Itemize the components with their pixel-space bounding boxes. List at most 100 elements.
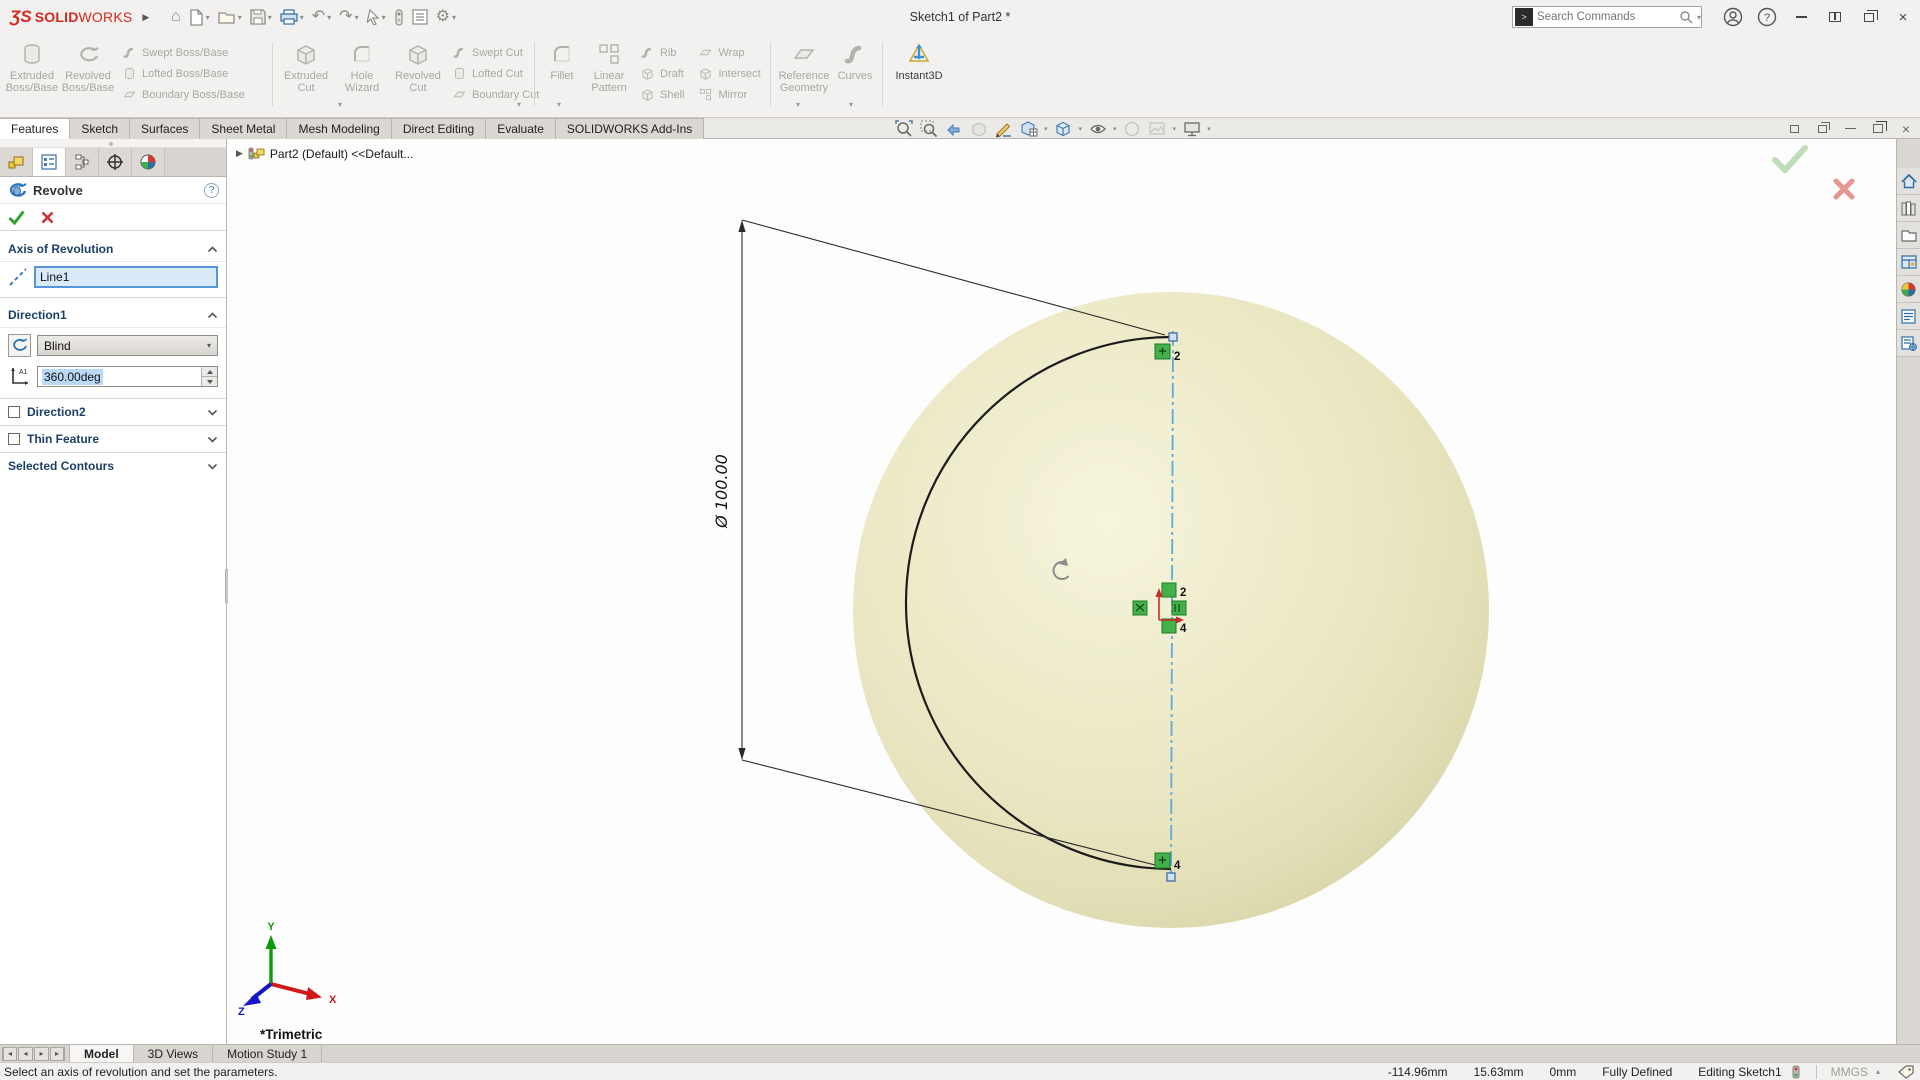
save-button[interactable]: ▾ <box>247 4 275 30</box>
rebuild-button[interactable] <box>391 4 407 30</box>
edit-appearance-button[interactable] <box>1019 119 1038 138</box>
search-input[interactable] <box>1537 11 1679 23</box>
appearances-button[interactable] <box>1123 119 1142 138</box>
hide-show-items-button[interactable] <box>1088 119 1107 138</box>
flyout-dropdown-icon[interactable]: ▾ <box>517 100 521 109</box>
first-tab-button[interactable]: ◂ <box>2 1046 17 1061</box>
view-orientation-button[interactable] <box>1054 119 1073 138</box>
zoom-to-area-button[interactable] <box>919 119 938 138</box>
doc-close-button[interactable]: × <box>1898 121 1914 137</box>
dropdown-icon[interactable]: ▾ <box>1173 125 1177 133</box>
task-pane-solidworks-resources[interactable] <box>1897 195 1920 222</box>
task-pane-home[interactable] <box>1897 168 1920 195</box>
breadcrumb-label[interactable]: Part2 (Default) <<Default... <box>270 147 413 161</box>
thin-feature-checkbox[interactable] <box>8 433 20 445</box>
new-document-button[interactable]: ▾ <box>186 4 213 30</box>
dropdown-icon[interactable]: ▾ <box>300 13 304 22</box>
boundary-cut-button[interactable]: Boundary Cut <box>452 84 539 105</box>
shell-button[interactable]: Shell <box>640 84 684 105</box>
swept-boss-base-button[interactable]: Swept Boss/Base <box>122 42 245 63</box>
extruded-boss-base-button[interactable]: Extruded Boss/Base <box>4 36 60 94</box>
revolved-cut-button[interactable]: Revolved Cut <box>390 36 446 94</box>
lofted-boss-base-button[interactable]: Lofted Boss/Base <box>122 63 245 84</box>
zoom-to-fit-button[interactable] <box>894 119 913 138</box>
task-pane-design-library[interactable] <box>1897 249 1920 276</box>
dropdown-icon[interactable]: ▾ <box>452 13 456 22</box>
account-button[interactable] <box>1716 2 1750 32</box>
section-view-button[interactable] <box>969 119 988 138</box>
intersect-button[interactable]: Intersect <box>698 63 761 84</box>
reverse-direction-button[interactable] <box>8 334 31 357</box>
tab-features[interactable]: Features <box>0 118 71 139</box>
options-button[interactable]: ⚙ ▾ <box>433 4 459 30</box>
dropdown-icon[interactable]: ▾ <box>238 13 242 22</box>
view-settings-button[interactable] <box>1182 119 1201 138</box>
menu-expand-icon[interactable]: ▶ <box>142 12 149 23</box>
dropdown-icon[interactable]: ▾ <box>382 13 386 22</box>
direction1-section-header[interactable]: Direction1 <box>0 303 226 328</box>
angle-spinner[interactable] <box>201 367 217 386</box>
select-button[interactable]: ▾ <box>364 4 389 30</box>
tab-motion-study-1[interactable]: Motion Study 1 <box>213 1045 323 1062</box>
flyout-dropdown-icon[interactable]: ▾ <box>557 100 561 109</box>
scene-button[interactable] <box>1148 119 1167 138</box>
ok-button[interactable] <box>8 210 25 225</box>
task-pane-file-explorer[interactable] <box>1897 222 1920 249</box>
split-pane-right-button[interactable] <box>1814 121 1830 137</box>
tab-model[interactable]: Model <box>69 1045 134 1062</box>
print-button[interactable]: ▾ <box>277 4 307 30</box>
confirm-cancel-button[interactable] <box>1832 177 1856 201</box>
undo-button[interactable]: ↶ ▾ <box>309 4 334 30</box>
reference-geometry-button[interactable]: Reference Geometry <box>776 36 832 94</box>
minimize-button[interactable] <box>1784 2 1818 32</box>
flyout-dropdown-icon[interactable]: ▾ <box>849 100 853 109</box>
tab-direct-editing[interactable]: Direct Editing <box>391 118 487 139</box>
panel-collapse-grip[interactable] <box>0 139 226 148</box>
previous-view-button[interactable] <box>944 119 963 138</box>
dropdown-icon[interactable]: ▾ <box>1207 125 1211 133</box>
extruded-cut-button[interactable]: Extruded Cut <box>278 36 334 94</box>
tab-dimxpert-manager[interactable] <box>99 148 132 176</box>
swept-cut-button[interactable]: Swept Cut <box>452 42 539 63</box>
instant3d-button[interactable]: Instant3D <box>888 36 950 82</box>
search-icon[interactable] <box>1679 10 1693 24</box>
curves-button[interactable]: Curves <box>832 36 878 82</box>
dropdown-icon[interactable]: ▾ <box>1044 125 1048 133</box>
redo-button[interactable]: ↷ ▾ <box>336 4 361 30</box>
tab-sheet-metal[interactable]: Sheet Metal <box>200 118 288 139</box>
flyout-dropdown-icon[interactable]: ▾ <box>796 100 800 109</box>
close-button[interactable]: × <box>1886 2 1920 32</box>
tab-configuration-manager[interactable] <box>66 148 99 176</box>
open-document-button[interactable]: ▾ <box>215 4 245 30</box>
wrap-button[interactable]: Wrap <box>698 42 760 63</box>
revolved-boss-base-button[interactable]: Revolved Boss/Base <box>60 36 116 94</box>
dropdown-icon[interactable]: ▾ <box>268 13 272 22</box>
rib-button[interactable]: Rib <box>640 42 684 63</box>
split-pane-left-button[interactable] <box>1786 121 1802 137</box>
file-properties-button[interactable] <box>409 4 431 30</box>
tab-mesh-modeling[interactable]: Mesh Modeling <box>287 118 392 139</box>
lofted-cut-button[interactable]: Lofted Cut <box>452 63 539 84</box>
flyout-dropdown-icon[interactable]: ▾ <box>338 100 342 109</box>
task-pane-custom-properties[interactable] <box>1897 330 1920 357</box>
tab-3d-views[interactable]: 3D Views <box>134 1045 214 1062</box>
next-tab-button[interactable]: ▸ <box>34 1046 49 1061</box>
task-pane-appearances[interactable] <box>1897 276 1920 303</box>
direction2-section-header[interactable]: Direction2 <box>0 398 226 425</box>
confirm-ok-button[interactable] <box>1772 145 1808 173</box>
tag-icon[interactable] <box>1898 1064 1914 1079</box>
tab-surfaces[interactable]: Surfaces <box>130 118 201 139</box>
help-button[interactable]: ? <box>1750 2 1784 32</box>
dropdown-icon[interactable]: ▾ <box>1113 125 1117 133</box>
sketch-endpoint-top[interactable] <box>1168 332 1178 342</box>
diameter-dimension-label[interactable]: Ø 100.00 <box>712 454 731 529</box>
axis-of-revolution-input[interactable] <box>34 266 218 288</box>
doc-minimize-button[interactable] <box>1842 121 1858 137</box>
tile-windows-button[interactable] <box>1818 2 1852 32</box>
end-condition-dropdown[interactable]: Blind ▾ <box>37 335 218 356</box>
spinner-up-icon[interactable] <box>202 367 217 376</box>
tab-solidworks-add-ins[interactable]: SOLIDWORKS Add-Ins <box>555 118 705 139</box>
tab-display-manager[interactable] <box>132 148 165 176</box>
search-commands-box[interactable]: > ▾ <box>1512 6 1702 28</box>
hole-wizard-button[interactable]: Hole Wizard <box>334 36 390 94</box>
